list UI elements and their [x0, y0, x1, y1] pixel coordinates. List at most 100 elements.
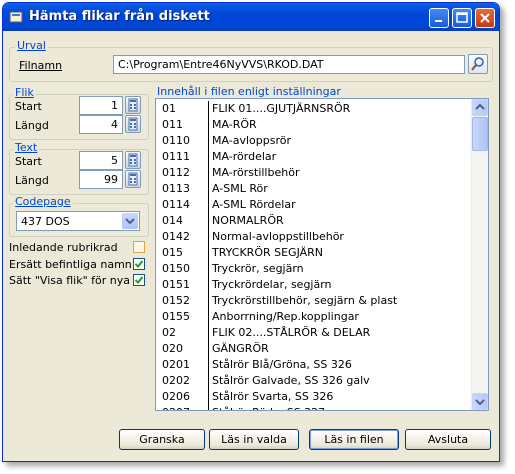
chevron-down-icon	[475, 399, 485, 406]
list-item-text: Tryckrörstillbehör, segjärn & plast	[212, 294, 398, 307]
column-separator	[208, 309, 209, 325]
chevron-up-icon	[475, 103, 485, 110]
list-item-text: A-SML Rördelar	[212, 198, 296, 211]
list-item-code: 0114	[162, 198, 190, 211]
calculator-icon	[128, 117, 138, 131]
scroll-up-button[interactable]	[472, 99, 488, 116]
checkbox-inledande-rubrikrad[interactable]	[133, 241, 145, 253]
list-item-text: FLIK 02....STÅLRÖR & DELAR	[212, 326, 371, 339]
column-separator	[208, 149, 209, 165]
list-item-code: 0111	[162, 150, 190, 163]
text-length-field[interactable]: 99	[79, 170, 123, 189]
vertical-scrollbar[interactable]	[471, 99, 488, 410]
las-in-valda-button[interactable]: Läs in valda	[209, 429, 299, 450]
list-item-code: 0110	[162, 134, 190, 147]
column-separator	[208, 245, 209, 261]
list-item-code: 01	[162, 102, 176, 115]
list-item-code: 0206	[162, 390, 190, 403]
list-item-text: Stålrör Svarta, SS 326	[212, 390, 334, 403]
list-item-code: 015	[162, 246, 183, 259]
chevron-down-icon[interactable]	[122, 213, 138, 229]
option-label-ersatt: Ersätt befintliga namn	[9, 258, 132, 271]
option-label-satt-visa-flik: Sätt "Visa flik" för nya	[9, 274, 130, 287]
checkbox-ersatt-befintliga[interactable]	[133, 258, 145, 270]
list-item-code: 0155	[162, 310, 190, 323]
list-item-code: 0151	[162, 278, 190, 291]
close-button[interactable]	[475, 8, 495, 28]
minimize-button[interactable]	[429, 8, 449, 28]
search-icon	[471, 57, 484, 71]
column-separator	[208, 341, 209, 357]
text-start-label: Start	[15, 155, 42, 168]
close-icon	[480, 13, 490, 23]
codepage-select[interactable]: 437 DOS	[16, 211, 140, 231]
column-separator	[208, 357, 209, 373]
flik-length-field[interactable]: 4	[79, 115, 123, 134]
file-content-list[interactable]: 01 FLIK 01....GJUTJÄRNSRÖR 011 MA-RÖR 0110 MA…	[155, 98, 489, 411]
checkbox-satt-visa-flik[interactable]	[133, 274, 145, 286]
dialog-window: Hämta flikar från diskett Urval Filnamn …	[2, 2, 500, 462]
window-title: Hämta flikar från diskett	[29, 9, 210, 24]
list-item-text: NORMALRÖR	[212, 214, 284, 227]
list-item-text: Anborrning/Rep.kopplingar	[212, 310, 359, 323]
flik-start-calc-button[interactable]	[125, 96, 141, 114]
flik-start-field[interactable]: 1	[79, 96, 123, 115]
checkmark-icon	[134, 260, 144, 268]
filename-label: Filnamn	[19, 59, 63, 72]
checkmark-icon	[134, 276, 144, 284]
column-separator	[208, 389, 209, 405]
maximize-button[interactable]	[452, 8, 472, 28]
list-item-code: 0152	[162, 294, 190, 307]
flik-group-label: Flik	[13, 86, 36, 99]
list-item-text: GÄNGRÖR	[212, 342, 269, 355]
scroll-down-button[interactable]	[472, 393, 488, 410]
list-item-code: 0142	[162, 230, 190, 243]
list-item-code: 011	[162, 118, 183, 131]
column-separator	[208, 373, 209, 389]
list-item-code: 0113	[162, 182, 190, 195]
column-separator	[208, 293, 209, 309]
filename-field[interactable]: C:\Program\Entre46NyVVS\RKOD.DAT	[113, 55, 465, 74]
list-item-text: MA-RÖR	[212, 118, 257, 131]
list-item-code: 0207	[162, 405, 206, 410]
list-item-code: 02	[162, 326, 176, 339]
scroll-thumb[interactable]	[472, 117, 488, 151]
column-separator	[208, 165, 209, 181]
avsluta-button[interactable]: Avsluta	[405, 429, 491, 450]
list-item-code: 0112	[162, 166, 190, 179]
browse-button[interactable]	[468, 54, 488, 74]
text-length-label: Längd	[15, 174, 49, 187]
flik-length-calc-button[interactable]	[125, 115, 141, 133]
text-start-calc-button[interactable]	[125, 151, 141, 169]
list-item-text: TRYCKRÖR SEGJÄRN	[212, 246, 324, 259]
list-item-text: Tryckrör, segjärn	[212, 262, 304, 275]
list-item-text: MA-rörstillbehör	[212, 166, 300, 179]
column-separator	[208, 117, 209, 133]
column-separator	[208, 197, 209, 213]
list-item-code: 020	[162, 342, 183, 355]
text-start-field[interactable]: 5	[79, 151, 123, 170]
column-separator	[208, 133, 209, 149]
text-group-label: Text	[13, 141, 40, 154]
column-separator	[208, 261, 209, 277]
title-bar[interactable]: Hämta flikar från diskett	[3, 3, 499, 31]
list-item-text: Tryckrördelar, segjärn	[212, 278, 332, 291]
app-icon	[9, 11, 23, 23]
column-separator	[208, 229, 209, 245]
column-separator	[208, 405, 209, 410]
granska-button[interactable]: Granska	[119, 429, 205, 450]
calculator-icon	[128, 153, 138, 167]
list-item-code: 014	[162, 214, 183, 227]
text-length-calc-button[interactable]	[125, 170, 141, 188]
las-in-filen-button[interactable]: Läs in filen	[309, 429, 399, 450]
list-item-text: Stålrör Röda, SS 327	[212, 405, 325, 410]
list-item-code: 0201	[162, 358, 190, 371]
column-separator	[208, 101, 209, 117]
column-separator	[208, 181, 209, 197]
minimize-icon	[435, 20, 442, 22]
flik-start-label: Start	[15, 100, 42, 113]
flik-length-label: Längd	[15, 119, 49, 132]
column-separator	[208, 213, 209, 229]
column-separator	[208, 325, 209, 341]
list-item-code: 0150	[162, 262, 190, 275]
